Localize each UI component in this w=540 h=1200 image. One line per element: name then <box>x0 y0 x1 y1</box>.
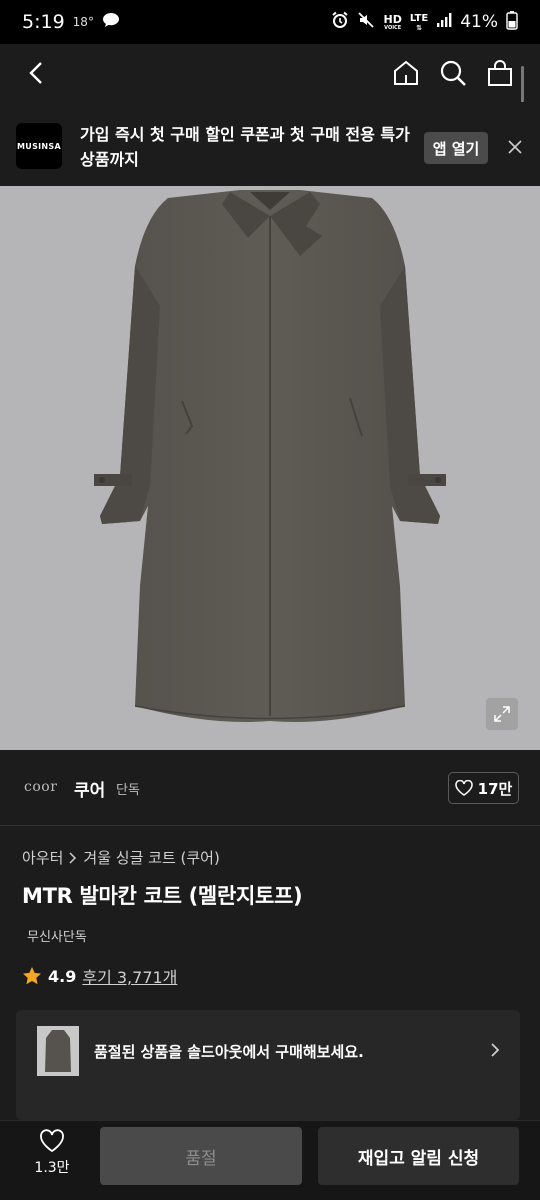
hd-voice-indicator: HD VOICE <box>383 12 402 31</box>
breadcrumb-category[interactable]: 아우터 <box>22 847 63 868</box>
chevron-right-icon <box>491 1043 500 1057</box>
lte-indicator: LTE ⇅ <box>409 12 429 32</box>
status-time: 5:19 <box>22 11 65 33</box>
chevron-right-icon <box>69 851 77 864</box>
banner-close-button[interactable] <box>502 134 528 160</box>
brand-name[interactable]: 쿠어 <box>74 776 105 801</box>
chevron-left-icon <box>29 62 42 84</box>
signal-icon <box>436 12 452 33</box>
close-icon <box>508 140 522 154</box>
bottom-action-bar: 1.3만 품절 재입고 알림 신청 <box>0 1120 540 1200</box>
rating-score: 4.9 <box>48 966 77 986</box>
mute-icon <box>357 11 375 34</box>
breadcrumb: 아우터 겨울 싱글 코트 (쿠어) <box>22 847 220 868</box>
top-navigation <box>0 44 540 102</box>
banner-message: 가입 즉시 첫 구매 할인 쿠폰과 첫 구매 전용 특가 상품까지 <box>80 125 410 169</box>
soldout-message: 품절된 상품을 솔드아웃에서 구매해보세요. <box>94 1043 364 1061</box>
musinsa-logo: MUSINSA <box>16 123 62 169</box>
heart-icon <box>454 780 473 796</box>
expand-icon <box>494 706 510 722</box>
status-temperature: 18° <box>72 15 94 29</box>
chat-bubble-icon <box>102 12 120 33</box>
reviews-link[interactable]: 후기 3,771개 <box>82 964 177 988</box>
soldout-card[interactable]: 품절된 상품을 솔드아웃에서 구매해보세요. <box>16 1010 520 1120</box>
brand-logo[interactable]: coor <box>24 779 57 795</box>
restock-alert-button[interactable]: 재입고 알림 신청 <box>318 1127 519 1185</box>
alarm-icon <box>331 11 349 34</box>
home-button[interactable] <box>389 56 423 90</box>
heart-icon <box>40 1129 64 1153</box>
shopping-bag-icon <box>488 60 512 86</box>
cart-button[interactable] <box>483 56 517 90</box>
rating-row: 4.9 후기 3,771개 <box>22 964 177 988</box>
star-icon <box>23 967 41 985</box>
wish-button[interactable]: 1.3만 <box>24 1129 80 1191</box>
home-icon <box>394 60 418 85</box>
soldout-arrow <box>490 1042 500 1062</box>
wish-count: 1.3만 <box>34 1160 70 1176</box>
search-button[interactable] <box>436 56 470 90</box>
soldout-thumbnail <box>37 1026 79 1076</box>
like-count: 17만 <box>477 779 513 798</box>
product-image[interactable] <box>0 186 540 750</box>
expand-image-button[interactable] <box>486 698 518 730</box>
brand-exclusive-tag: 단독 <box>116 783 140 798</box>
open-app-button[interactable]: 앱 열기 <box>424 132 488 164</box>
product-title: MTR 발마칸 코트 (멜란지토프) <box>22 884 303 908</box>
battery-icon <box>506 10 518 35</box>
like-button[interactable]: 17만 <box>448 772 519 804</box>
exclusive-label: 무신사단독 <box>27 930 87 945</box>
breadcrumb-subcategory[interactable]: 겨울 싱글 코트 (쿠어) <box>83 847 219 868</box>
coat-image <box>94 190 446 722</box>
app-install-banner: MUSINSA 가입 즉시 첫 구매 할인 쿠폰과 첫 구매 전용 특가 상품까… <box>0 102 540 186</box>
status-bar: 5:19 18° HD VOICE LTE ⇅ 41% <box>0 0 540 44</box>
search-icon <box>440 60 466 86</box>
back-button[interactable] <box>20 56 54 90</box>
soldout-button[interactable]: 품절 <box>100 1127 302 1185</box>
brand-row: coor 쿠어 단독 17만 <box>0 750 540 826</box>
battery-percent: 41% <box>460 12 498 32</box>
